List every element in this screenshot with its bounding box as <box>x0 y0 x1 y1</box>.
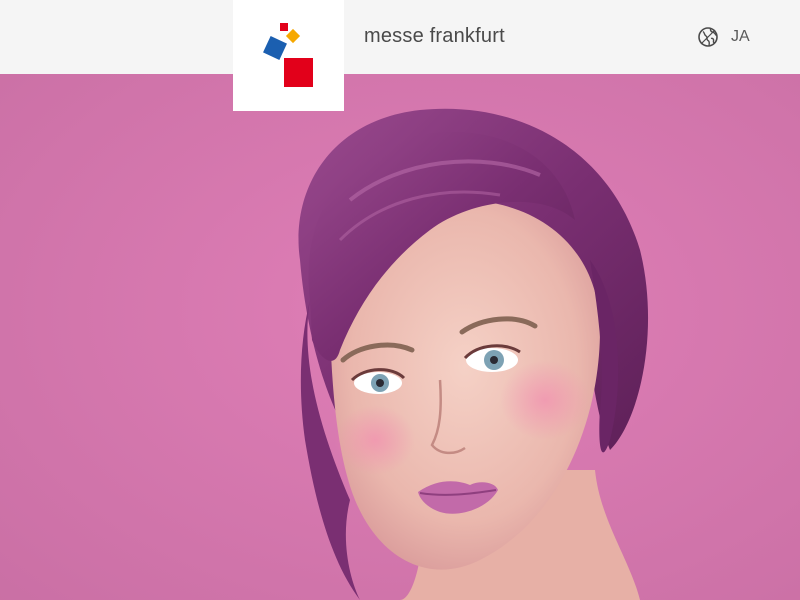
messe-frankfurt-logo-icon <box>263 23 313 87</box>
brand-name[interactable]: messe frankfurt <box>364 25 505 48</box>
logo-square-red-small <box>280 23 288 31</box>
globe-icon <box>697 26 719 48</box>
language-switcher[interactable]: JA <box>697 26 750 48</box>
language-label: JA <box>731 28 750 45</box>
top-navigation-bar: messe frankfurt JA <box>0 0 800 74</box>
logo-square-blue <box>263 36 287 60</box>
blush-right <box>500 360 590 440</box>
logo-link[interactable] <box>233 0 344 111</box>
logo-square-yellow <box>285 28 301 44</box>
page: messe frankfurt JA <box>0 0 800 600</box>
blush-left <box>335 405 415 475</box>
hero-image <box>0 74 800 600</box>
logo-square-red-large <box>284 58 313 87</box>
portrait-illustration <box>0 74 800 600</box>
